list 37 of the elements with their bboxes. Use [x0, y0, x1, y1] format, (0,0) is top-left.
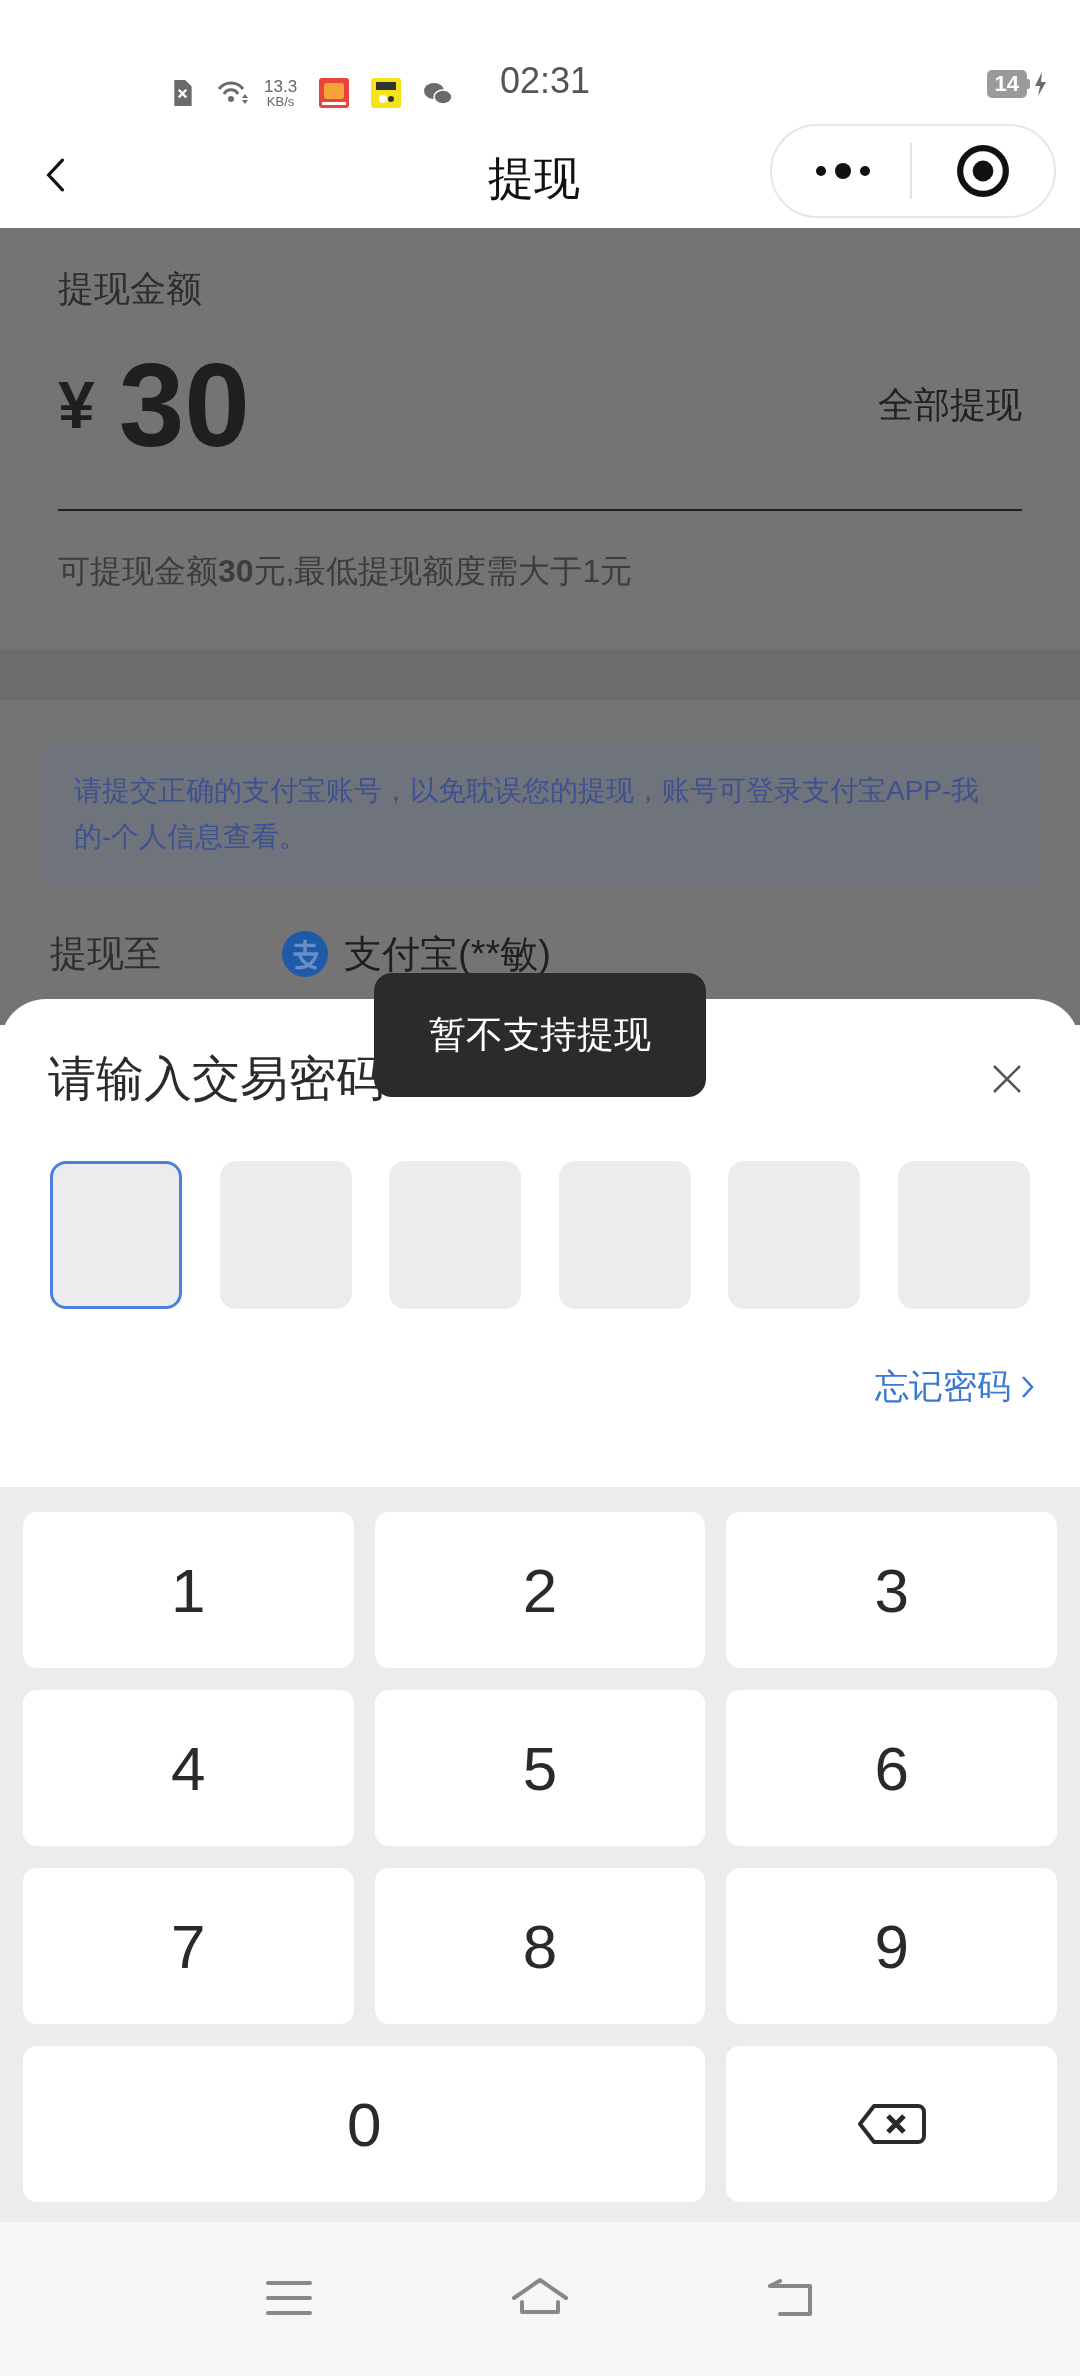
wallet-app-icon [282, 931, 328, 977]
network-speed: 13.3 [264, 78, 298, 95]
page-title: 提现 [488, 151, 580, 206]
keypad-key[interactable]: 8 [374, 1868, 706, 2024]
keypad-key[interactable]: 0 [23, 2046, 706, 2202]
more-icon[interactable] [814, 161, 872, 181]
password-digit-field[interactable] [50, 1161, 182, 1309]
close-icon[interactable] [992, 1064, 1022, 1094]
network-speed-unit: KB/s [266, 95, 295, 108]
keypad-key[interactable]: 7 [23, 1868, 354, 2024]
battery-level: 14 [986, 70, 1027, 98]
close-mini-program-icon[interactable] [956, 144, 1010, 198]
destination-label: 提现至 [50, 932, 162, 977]
wifi-icon [216, 80, 250, 106]
keypad-key[interactable]: 3 [726, 1512, 1057, 1668]
backspace-icon [857, 2104, 926, 2144]
chat-icon [423, 80, 454, 106]
keypad-key[interactable]: 2 [374, 1512, 706, 1668]
keypad-key[interactable]: 6 [726, 1690, 1057, 1846]
currency-symbol: ¥ [58, 366, 95, 444]
keypad-key[interactable]: 9 [726, 1868, 1057, 2024]
back-icon[interactable] [44, 158, 66, 192]
chevron-icon [1021, 1374, 1034, 1399]
forgot-password-link[interactable]: 忘记密码 [875, 1361, 1034, 1412]
keypad-key[interactable]: 4 [23, 1690, 354, 1846]
amount-value: 30 [118, 346, 250, 464]
app-icon [319, 78, 350, 108]
keypad-key[interactable]: 5 [374, 1690, 706, 1846]
amount-hint: 可提现金额30元,最低提现额度需大于1元 [58, 552, 634, 591]
charging-icon [1034, 72, 1046, 96]
amount-label: 提现金额 [58, 267, 203, 311]
app-icon [371, 78, 402, 108]
menu-icon[interactable] [266, 2281, 312, 2315]
battery-tip [1027, 79, 1030, 89]
clock: 02:31 [500, 59, 591, 103]
keypad-key[interactable]: 1 [23, 1512, 354, 1668]
sim-card-icon [172, 80, 194, 106]
